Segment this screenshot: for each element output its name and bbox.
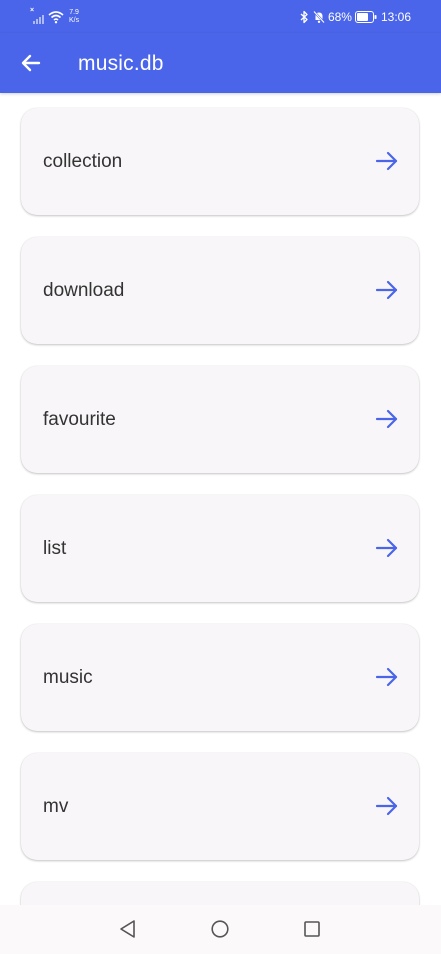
table-item-label: mv (43, 796, 69, 817)
table-item-partial[interactable] (21, 882, 419, 905)
arrow-left-icon (21, 54, 41, 72)
clock-time: 13:06 (380, 10, 411, 24)
table-item-list[interactable]: list (21, 495, 419, 602)
battery-percent: 68% (327, 10, 352, 24)
arrow-right-icon (375, 538, 398, 558)
table-item-collection[interactable]: collection (21, 108, 419, 215)
back-triangle-icon[interactable] (117, 918, 139, 940)
status-right: 68% 13:06 (298, 8, 411, 26)
table-list: collection download favourite list music (0, 93, 441, 905)
table-item-label: collection (43, 151, 123, 172)
wifi-icon (48, 11, 64, 24)
arrow-right-icon (375, 280, 398, 300)
table-item-label: favourite (43, 409, 116, 430)
network-speed-unit: K/s (69, 17, 80, 24)
network-speed: 7.9 K/s (69, 9, 79, 25)
system-nav-bar (0, 905, 441, 954)
status-bar: × 7.9 K/s 68% 13:06 (0, 0, 441, 33)
table-item-mv[interactable]: mv (21, 753, 419, 860)
table-item-favourite[interactable]: favourite (21, 366, 419, 473)
arrow-right-icon (375, 667, 398, 687)
table-item-label: music (43, 667, 93, 688)
table-item-label: list (43, 538, 67, 559)
page-title: music.db (78, 52, 164, 75)
signal-icon: × (30, 7, 44, 24)
back-button[interactable] (14, 46, 48, 80)
battery-icon (354, 11, 377, 23)
no-sim-mark: × (30, 7, 35, 14)
table-item-label: download (43, 280, 125, 301)
arrow-right-icon (375, 151, 398, 171)
arrow-right-icon (375, 409, 398, 429)
app-bar: music.db (0, 33, 441, 93)
arrow-right-icon (375, 796, 398, 816)
bluetooth-icon (300, 10, 308, 24)
bell-off-icon (313, 10, 325, 24)
status-left: × 7.9 K/s (30, 7, 79, 27)
home-circle-icon[interactable] (209, 918, 231, 940)
table-item-music[interactable]: music (21, 624, 419, 731)
recents-square-icon[interactable] (301, 918, 323, 940)
table-item-download[interactable]: download (21, 237, 419, 344)
network-speed-value: 7.9 (69, 9, 79, 16)
